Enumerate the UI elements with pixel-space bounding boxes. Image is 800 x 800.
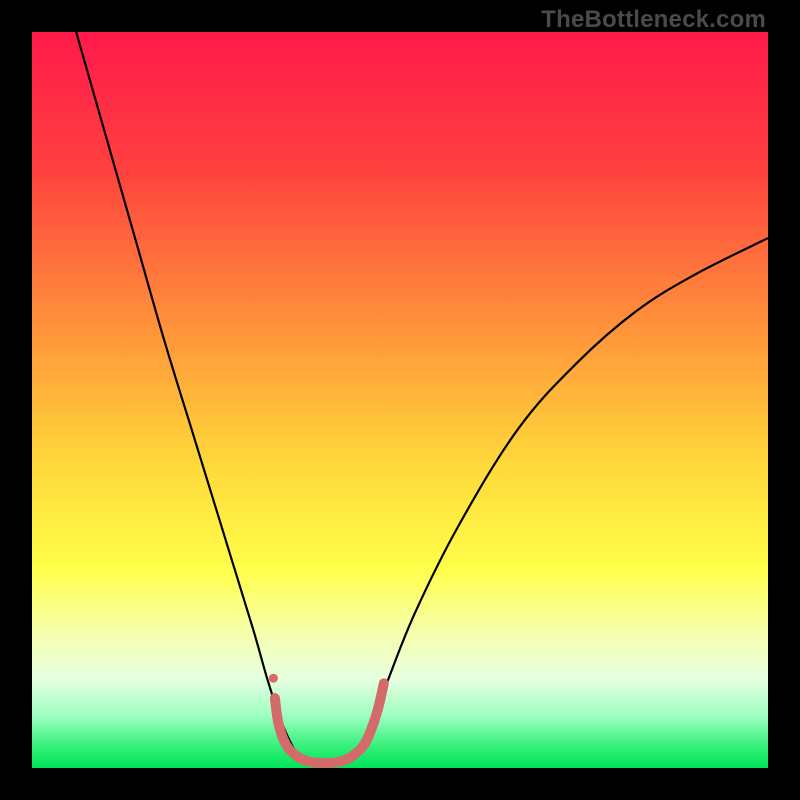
marker-dot — [269, 674, 278, 683]
marker-dot — [270, 694, 279, 703]
marker-dot — [326, 758, 335, 767]
plot-area — [32, 32, 768, 768]
marker-dot — [292, 752, 301, 761]
marker-dot — [315, 758, 324, 767]
marker-dot — [304, 757, 313, 766]
watermark-text: TheBottleneck.com — [541, 6, 766, 34]
marker-dot — [274, 719, 283, 728]
chart-frame — [32, 32, 768, 768]
marker-dot — [337, 757, 346, 766]
chart-svg — [32, 32, 768, 768]
marker-dot — [359, 741, 368, 750]
marker-dot — [379, 679, 388, 688]
marker-dot — [348, 752, 357, 761]
marker-dot — [373, 705, 382, 714]
chart-background — [32, 32, 768, 768]
marker-dot — [366, 727, 375, 736]
marker-dot — [281, 740, 290, 749]
